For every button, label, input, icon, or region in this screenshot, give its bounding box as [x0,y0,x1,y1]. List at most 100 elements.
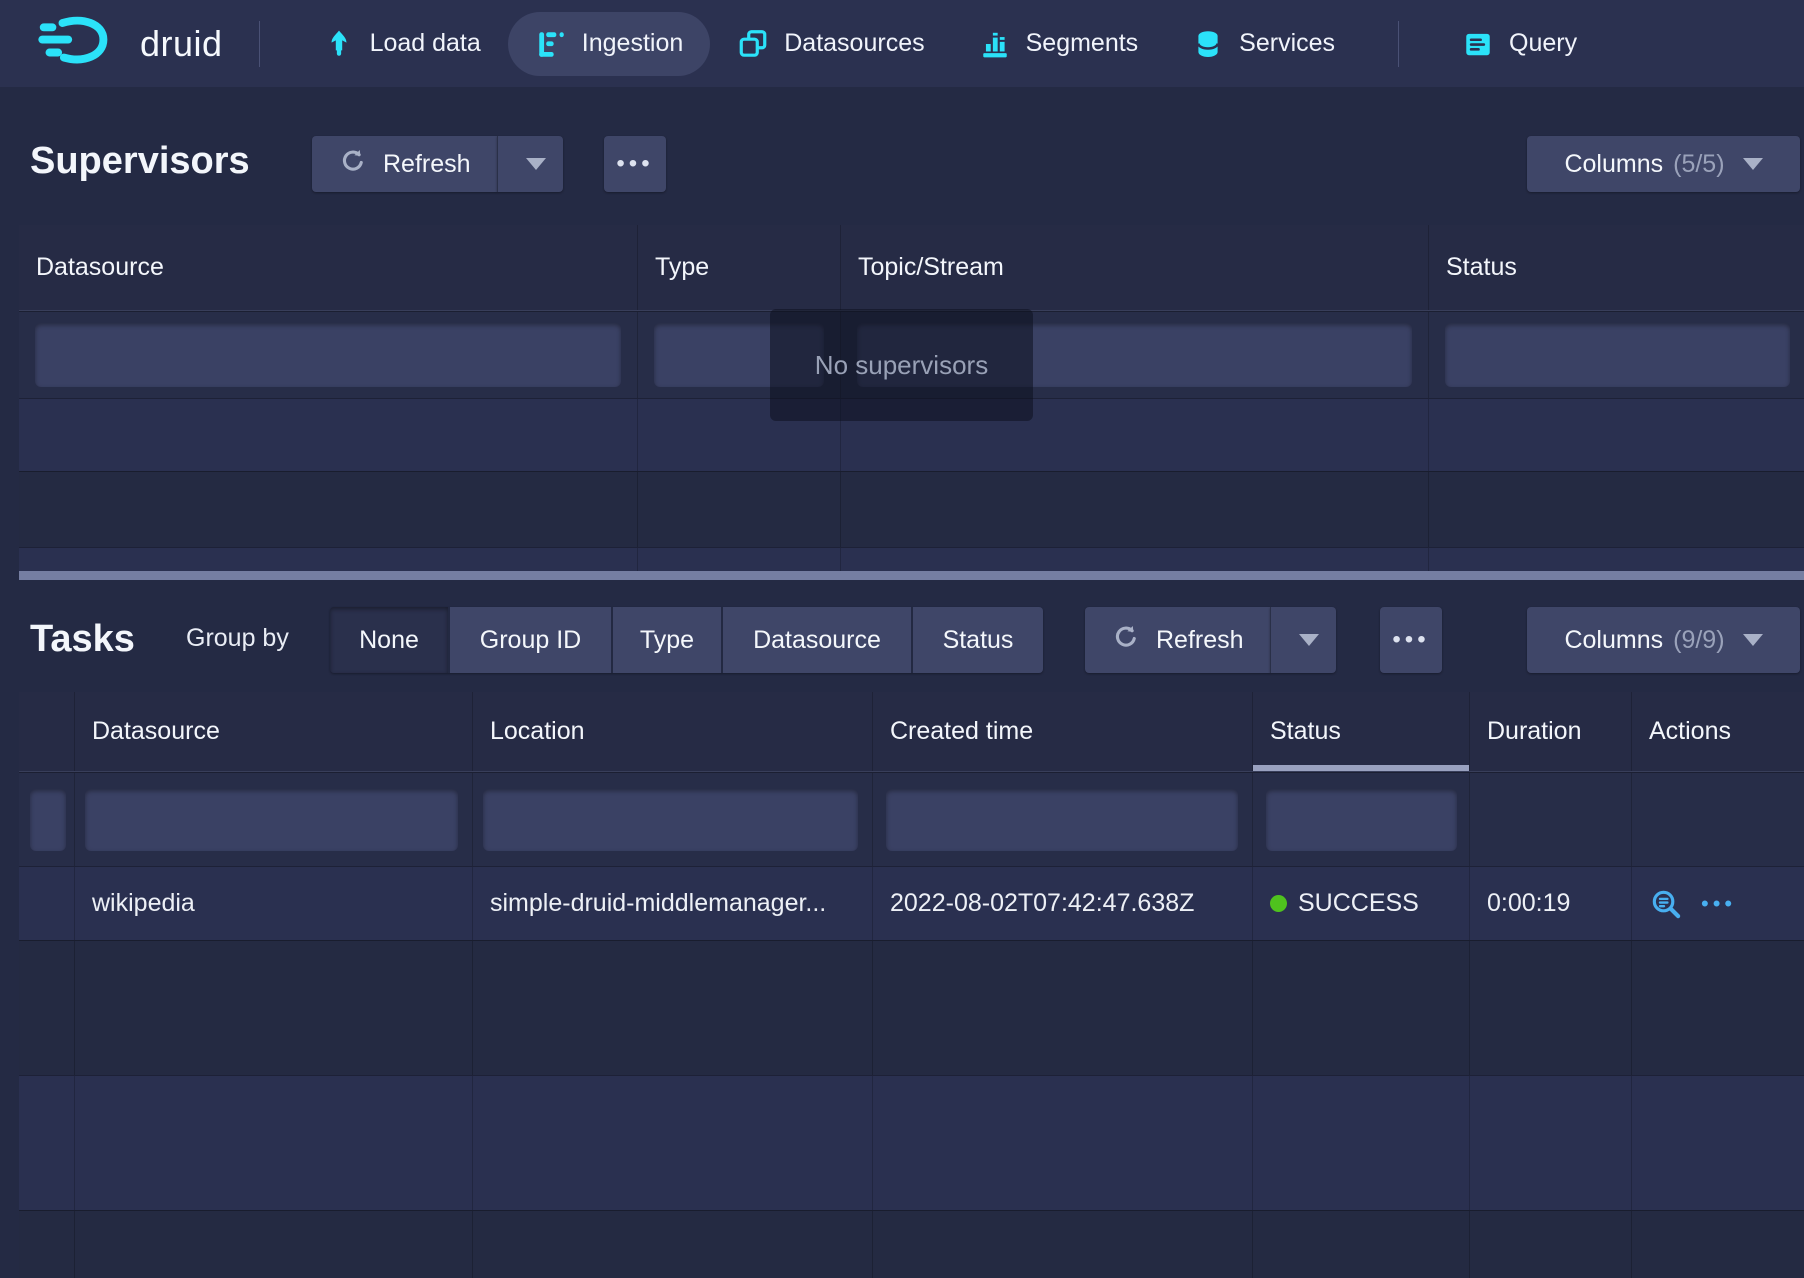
column-header-actions[interactable]: Actions [1632,692,1804,771]
tasks-refresh-dropdown-button[interactable] [1270,607,1336,673]
nav-item-segments[interactable]: Segments [952,12,1166,76]
chevron-down-icon [526,158,546,170]
group-by-label: Group by [186,624,289,653]
nav-item-label: Datasources [784,29,924,58]
services-icon [1192,28,1224,60]
column-header-duration[interactable]: Duration [1470,692,1632,771]
nav-item-ingestion[interactable]: Ingestion [508,12,710,76]
tasks-filter-row [19,772,1804,866]
tasks-columns-button[interactable]: Columns (9/9) [1527,607,1800,673]
nav-item-query[interactable]: Query [1435,12,1604,76]
column-header-type[interactable]: Type [638,225,841,310]
column-header-status[interactable]: Status [1429,225,1804,310]
supervisors-refresh-button[interactable]: Refresh [312,136,497,192]
nav-divider [259,21,260,67]
task-actions-cell: ••• [1632,867,1804,940]
refresh-label: Refresh [383,150,471,179]
columns-count: (5/5) [1673,150,1724,179]
task-detail-magnifier-icon[interactable] [1649,887,1683,921]
nav-item-label: Segments [1026,29,1139,58]
chevron-down-icon [1743,158,1763,170]
group-filter-input[interactable] [30,789,66,851]
top-nav: druid Load data Ingestion Datasources [0,0,1804,87]
datasource-filter-input[interactable] [85,789,458,851]
refresh-label: Refresh [1156,626,1244,655]
group-by-type-button[interactable]: Type [613,607,723,673]
nav-item-services[interactable]: Services [1165,12,1362,76]
query-icon [1462,28,1494,60]
group-by-datasource-button[interactable]: Datasource [723,607,913,673]
column-header-location[interactable]: Location [473,692,873,771]
more-icon: ••• [1392,628,1429,652]
nav-item-label: Services [1239,29,1335,58]
refresh-icon [1111,622,1141,659]
empty-row [19,471,1804,547]
refresh-icon [338,146,368,183]
chevron-down-icon [1299,634,1319,646]
load-data-icon [323,28,355,60]
supervisors-more-button[interactable]: ••• [604,136,666,192]
column-header-datasource[interactable]: Datasource [19,225,638,310]
group-by-button-group: None Group ID Type Datasource Status [330,607,1043,673]
tasks-table: Datasource Location Created time Status … [19,692,1804,1278]
column-header-topic-stream[interactable]: Topic/Stream [841,225,1429,310]
nav-item-datasources[interactable]: Datasources [710,12,951,76]
empty-row [19,940,1804,1075]
empty-row [19,1210,1804,1278]
task-created-time-cell: 2022-08-02T07:42:47.638Z [873,867,1253,940]
nav-item-label: Query [1509,29,1577,58]
druid-logo-icon [38,15,130,72]
ingestion-icon [535,28,567,60]
group-by-status-button[interactable]: Status [913,607,1043,673]
supervisors-refresh-split-button: Refresh [312,136,563,192]
nav-item-label: Ingestion [582,29,683,58]
created-time-filter-input[interactable] [886,789,1238,851]
datasources-icon [737,28,769,60]
tasks-table-header: Datasource Location Created time Status … [19,692,1804,772]
supervisors-columns-button[interactable]: Columns (5/5) [1527,136,1800,192]
task-status-cell: SUCCESS [1253,867,1470,940]
datasource-filter-input[interactable] [35,323,621,387]
column-header-created-time[interactable]: Created time [873,692,1253,771]
more-icon: ••• [616,152,653,176]
columns-label: Columns [1564,626,1663,655]
empty-row [19,547,1804,571]
druid-logo[interactable]: druid [38,15,223,72]
status-filter-input[interactable] [1445,323,1790,387]
task-location-cell: simple-druid-middlemanager... [473,867,873,940]
success-status-dot [1270,895,1287,912]
tasks-refresh-button[interactable]: Refresh [1085,607,1270,673]
columns-label: Columns [1564,150,1663,179]
segments-icon [979,28,1011,60]
horizontal-scrollbar[interactable] [19,571,1804,580]
tasks-refresh-split-button: Refresh [1085,607,1336,673]
column-header-group[interactable] [19,692,75,771]
columns-count: (9/9) [1673,626,1724,655]
supervisors-table-header: Datasource Type Topic/Stream Status [19,225,1804,311]
column-header-datasource[interactable]: Datasource [75,692,473,771]
empty-row [19,1075,1804,1210]
supervisors-refresh-dropdown-button[interactable] [497,136,563,192]
tasks-more-button[interactable]: ••• [1380,607,1442,673]
task-datasource-cell: wikipedia [75,867,473,940]
group-by-none-button[interactable]: None [330,607,450,673]
brand-name: druid [140,23,223,65]
tasks-title: Tasks [30,618,135,661]
task-duration-cell: 0:00:19 [1470,867,1632,940]
supervisors-title: Supervisors [30,140,250,183]
location-filter-input[interactable] [483,789,858,851]
nav-divider [1398,21,1399,67]
druid-console: druid Load data Ingestion Datasources [0,0,1804,1278]
nav-items: Load data Ingestion Datasources Segments [296,12,1605,76]
task-actions-more-icon[interactable]: ••• [1701,893,1736,915]
task-status-label: SUCCESS [1298,889,1419,918]
nav-item-label: Load data [370,29,481,58]
supervisors-table: Datasource Type Topic/Stream Status No s… [19,225,1804,571]
status-filter-input[interactable] [1266,789,1457,851]
no-supervisors-message: No supervisors [770,309,1033,421]
task-row-wikipedia[interactable]: wikipedia simple-druid-middlemanager... … [19,866,1804,940]
nav-item-load-data[interactable]: Load data [296,12,508,76]
chevron-down-icon [1743,634,1763,646]
column-header-status-sorted[interactable]: Status [1253,692,1470,771]
group-by-group-id-button[interactable]: Group ID [450,607,613,673]
